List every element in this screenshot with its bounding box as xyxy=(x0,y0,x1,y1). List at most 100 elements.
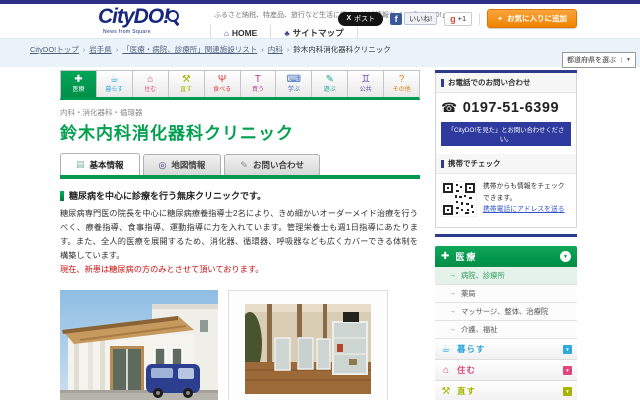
phone-number: 0197-51-6399 xyxy=(462,100,560,116)
people-icon: ♊ xyxy=(361,74,371,85)
cutlery-icon: Ψ xyxy=(217,74,227,85)
category-tab[interactable]: T 買う xyxy=(240,71,277,97)
expand-icon[interactable]: ▼ xyxy=(563,386,572,396)
collapse-button[interactable]: ▼ xyxy=(560,251,571,262)
sidebar-category-label: 住む xyxy=(457,365,477,375)
category-tab-label: その他 xyxy=(392,87,411,93)
sidebar-menu-item[interactable]: → 薬局 xyxy=(435,285,577,303)
breadcrumb-link[interactable]: 岩手県 xyxy=(89,45,122,54)
facebook-like-button[interactable]: f いいね! xyxy=(390,12,438,25)
expand-icon[interactable]: ▼ xyxy=(563,344,572,354)
sidebar-menu-item[interactable]: → マッサージ、整体、治療院 xyxy=(435,303,577,321)
sitemap-icon: ♣ xyxy=(284,28,290,38)
arrow-right-icon: → xyxy=(449,308,456,315)
clinic-exterior-photo xyxy=(60,289,218,400)
clinic-description: 糖尿病専門医の院長を中心に糖尿病療養指導士2名により、きめ細かいオーダーメイド治… xyxy=(60,209,418,260)
category-tab[interactable]: ⚒ 直す xyxy=(168,71,205,97)
house-icon: ⌂ xyxy=(442,364,450,376)
shirt-icon: T xyxy=(254,74,262,85)
info-tab[interactable]: ◎ 地図情報 xyxy=(142,154,222,175)
contact-box: お電話でのお問い合わせ ☎ 0197-51-6399 「CityDO!を見た」と… xyxy=(435,73,577,228)
x-post-button[interactable]: X ポスト xyxy=(338,11,384,26)
menu-item-label: マッサージ、整体、治療院 xyxy=(461,306,549,316)
sidebar-category[interactable]: ☕ 暮らす ▼ xyxy=(435,339,577,360)
question-icon: ? xyxy=(398,74,405,85)
top-nav-label: HOME xyxy=(231,28,258,38)
info-tab-label: 基本情報 xyxy=(89,159,124,170)
send-address-link[interactable]: 携帯電話にアドレスを送る xyxy=(483,206,565,213)
home-icon: ⌂ xyxy=(224,28,229,38)
category-tab[interactable]: ? その他 xyxy=(384,71,420,97)
info-tab[interactable]: ▤ 基本情報 xyxy=(60,153,140,175)
qr-code xyxy=(441,181,477,217)
wrench-icon: ⚒ xyxy=(181,74,191,85)
sidebar-category[interactable]: ⌂ 住む ▼ xyxy=(435,360,577,381)
category-tab-label: 暮らす xyxy=(105,87,124,93)
category-tab[interactable]: ✚ 医療 xyxy=(61,71,97,97)
pencil-icon: ✎ xyxy=(240,159,248,170)
info-tab[interactable]: ✎ お問い合わせ xyxy=(224,154,320,175)
menu-item-label: 病院、診療所 xyxy=(461,270,505,280)
breadcrumb-link[interactable]: 鈴木内科消化器科クリニック xyxy=(293,45,391,54)
cup-icon: ☕ xyxy=(441,343,451,355)
category-tab-label: 学ぶ xyxy=(287,87,300,93)
logo-text: CityDO! xyxy=(98,5,170,28)
expand-icon[interactable]: ▼ xyxy=(563,365,572,375)
site-logo[interactable]: CityDO! News from Square xyxy=(98,6,208,35)
cup-icon: ☕ xyxy=(109,74,119,85)
post-label: ポスト xyxy=(354,15,376,23)
qr-row: 携帯からも情報をチェックできます。 携帯電話にアドレスを送る xyxy=(436,174,576,227)
chevron-down-icon: ▼ xyxy=(621,57,631,63)
breadcrumb-link[interactable]: 「医療・病院、診療所」関連施設リスト xyxy=(122,45,268,54)
breadcrumb-link[interactable]: CityDO!トップ xyxy=(30,45,89,54)
category-tabbar: ✚ 医療 ☕ 暮らす ⌂ 住む ⚒ 直す Ψ 食べる T 買う ⌨ 学ぶ ✎ 遊… xyxy=(60,70,420,100)
category-tab-label: 住む xyxy=(144,87,157,93)
prefecture-select-label: 都道府県を選ぶ xyxy=(567,57,617,64)
category-tab[interactable]: Ψ 食べる xyxy=(204,71,241,97)
mobile-text: 携帯からも情報をチェックできます。 xyxy=(483,183,565,202)
mobile-check-text: 携帯からも情報をチェックできます。 携帯電話にアドレスを送る xyxy=(483,181,571,217)
clinic-subcategory: 内科・消化器科・循環器 xyxy=(60,108,143,117)
category-tab[interactable]: ⌂ 住む xyxy=(132,71,169,97)
clinic-photos xyxy=(60,289,420,400)
category-tab-label: 遊ぶ xyxy=(323,87,336,93)
sidebar-menu-items: → 病院、診療所 → 薬局 → マッサージ、整体、治療院 → 介護、福祉 xyxy=(435,267,577,339)
clinic-interior-photo xyxy=(245,303,371,394)
sidebar-menu-item[interactable]: → 病院、診療所 xyxy=(435,267,577,285)
magnifier-icon xyxy=(167,10,179,22)
globe-icon: ◎ xyxy=(158,159,167,170)
add-favorite-button[interactable]: ✦ お気に入りに追加 xyxy=(487,9,577,28)
content-column: ✚ 医療 ☕ 暮らす ⌂ 住む ⚒ 直す Ψ 食べる T 買う ⌨ 学ぶ ✎ 遊… xyxy=(60,70,420,400)
mobile-box-heading: 携帯でチェック xyxy=(436,154,576,174)
sidebar-menu-item[interactable]: → 介護、福祉 xyxy=(435,321,577,339)
clinic-headline: 糖尿病を中心に診療を行う無床クリニックです。 xyxy=(60,189,420,202)
menu-item-label: 介護、福祉 xyxy=(461,324,498,334)
info-tab-label: お問い合わせ xyxy=(252,160,304,170)
category-tab[interactable]: ☕ 暮らす xyxy=(96,71,133,97)
sidebar-categories: ☕ 暮らす ▼ ⌂ 住む ▼ ⚒ 直す ▼ Ψ xyxy=(435,339,577,400)
sidebar-category[interactable]: ⚒ 直す ▼ xyxy=(435,381,577,400)
phone-heading-text: お電話でのお問い合わせ xyxy=(448,78,531,87)
house-icon: ⌂ xyxy=(147,74,154,85)
breadcrumb-link[interactable]: 内科 xyxy=(268,45,294,54)
info-tab-label: 地図情報 xyxy=(171,160,206,170)
sidebar-category-label: 暮らす xyxy=(457,344,486,354)
sidebar-category-label: 直す xyxy=(457,386,477,396)
facebook-icon: f xyxy=(390,12,403,25)
phone-number-row: ☎ 0197-51-6399 xyxy=(436,93,576,119)
breadcrumb-bar: CityDO!トップ岩手県「医療・病院、診療所」関連施設リスト内科鈴木内科消化器… xyxy=(0,38,640,68)
breadcrumb: CityDO!トップ岩手県「医療・病院、診療所」関連施設リスト内科鈴木内科消化器… xyxy=(30,44,391,55)
heading-marker xyxy=(441,159,444,168)
mobile-heading-text: 携帯でチェック xyxy=(448,159,501,168)
phone-icon: ☎ xyxy=(441,100,458,115)
google-plusone-button[interactable]: g +1 xyxy=(444,11,473,26)
photo-frame xyxy=(228,289,388,400)
phone-box-heading: お電話でのお問い合わせ xyxy=(436,73,576,93)
category-tab[interactable]: ♊ 公共 xyxy=(348,71,385,97)
menu-header-label: 医療 xyxy=(455,252,478,262)
sidebar-menu: ✚ 医療 ▼ → 病院、診療所 → 薬局 → マッサージ、整体、治療院 → 介護… xyxy=(435,246,577,400)
arrow-right-icon: → xyxy=(449,326,456,333)
category-tab[interactable]: ⌨ 学ぶ xyxy=(276,71,313,97)
category-tab[interactable]: ✎ 遊ぶ xyxy=(312,71,349,97)
sidebar-category-medical[interactable]: ✚ 医療 ▼ xyxy=(435,246,577,267)
